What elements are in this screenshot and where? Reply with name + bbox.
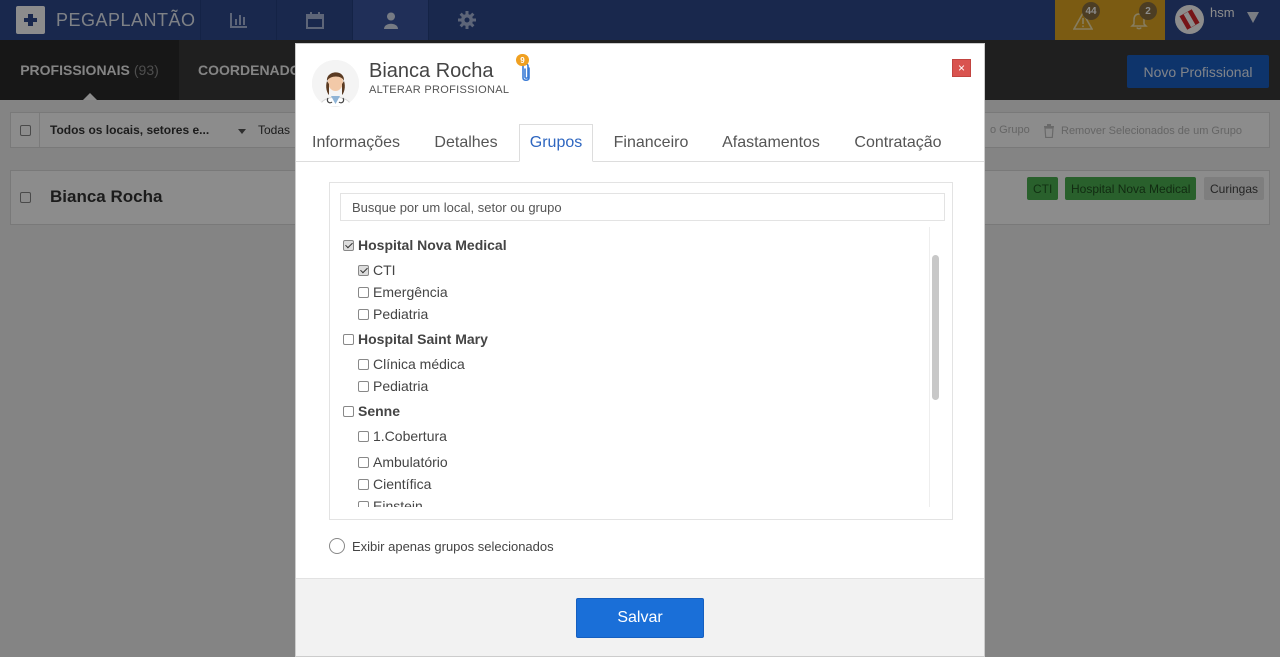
- tab-afastamentos[interactable]: Afastamentos: [714, 124, 828, 162]
- modal-footer: Salvar: [296, 578, 984, 656]
- list-item[interactable]: Emergência: [358, 283, 448, 301]
- list-item[interactable]: CTI: [358, 261, 396, 279]
- save-button[interactable]: Salvar: [576, 598, 704, 638]
- sector-checkbox[interactable]: [358, 380, 369, 392]
- tab-grupos[interactable]: Grupos: [519, 124, 593, 162]
- sector-checkbox[interactable]: [358, 478, 369, 490]
- sector-checkbox[interactable]: [358, 264, 369, 276]
- modal-tabs: Informações Detalhes Grupos Financeiro A…: [296, 124, 984, 162]
- list-item[interactable]: Ambulatório: [358, 453, 448, 471]
- sector-checkbox[interactable]: [358, 456, 369, 468]
- sector-checkbox[interactable]: [358, 430, 369, 442]
- group-label: Hospital Nova Medical: [358, 237, 507, 253]
- sector-label: Científica: [373, 476, 432, 492]
- sector-label: 1.Cobertura: [373, 428, 447, 444]
- list-item[interactable]: Einstein: [358, 497, 423, 507]
- sector-checkbox[interactable]: [358, 308, 369, 320]
- sector-label: Emergência: [373, 284, 448, 300]
- group-checkbox[interactable]: [343, 333, 354, 345]
- group-label: Hospital Saint Mary: [358, 331, 488, 347]
- sector-label: Ambulatório: [373, 454, 448, 470]
- close-button[interactable]: ×: [952, 59, 971, 77]
- only-selected-radio[interactable]: [329, 538, 345, 554]
- tab-contratacao[interactable]: Contratação: [848, 124, 948, 162]
- list-item[interactable]: Científica: [358, 475, 431, 493]
- attachments-button[interactable]: 9: [516, 54, 536, 84]
- sector-label: Pediatria: [373, 378, 429, 394]
- list-item[interactable]: Pediatria: [358, 305, 428, 323]
- attachments-count: 9: [516, 54, 529, 66]
- sector-label: Einstein: [373, 498, 423, 507]
- tab-financeiro[interactable]: Financeiro: [608, 124, 694, 162]
- list-item[interactable]: Hospital Nova Medical: [343, 236, 507, 254]
- list-item[interactable]: Clínica médica: [358, 355, 465, 373]
- profile-avatar: [312, 60, 359, 107]
- sector-label: Pediatria: [373, 306, 429, 322]
- list-item[interactable]: Senne: [343, 402, 400, 420]
- sector-label: CTI: [373, 262, 396, 278]
- groups-panel: Hospital Nova Medical CTI Emergência Ped…: [329, 182, 953, 520]
- tab-informacoes[interactable]: Informações: [312, 124, 402, 162]
- group-checkbox[interactable]: [343, 239, 354, 251]
- sector-checkbox[interactable]: [358, 500, 369, 507]
- list-item[interactable]: 1.Cobertura: [358, 427, 447, 445]
- sector-checkbox[interactable]: [358, 286, 369, 298]
- only-selected-toggle[interactable]: Exibir apenas grupos selecionados: [329, 538, 554, 554]
- edit-professional-modal: Bianca Rocha ALTERAR PROFISSIONAL 9 × In…: [295, 43, 985, 657]
- modal-title: Bianca Rocha: [369, 60, 494, 82]
- group-checkbox[interactable]: [343, 405, 354, 417]
- scrollbar[interactable]: [929, 227, 941, 507]
- list-item[interactable]: Pediatria: [358, 377, 428, 395]
- scrollbar-thumb[interactable]: [932, 255, 939, 400]
- tab-detalhes[interactable]: Detalhes: [426, 124, 506, 162]
- sector-checkbox[interactable]: [358, 358, 369, 370]
- group-label: Senne: [358, 403, 401, 419]
- doctor-avatar-icon: [312, 60, 359, 107]
- group-tree: Hospital Nova Medical CTI Emergência Ped…: [340, 229, 930, 507]
- list-item[interactable]: Hospital Saint Mary: [343, 330, 488, 348]
- sector-label: Clínica médica: [373, 356, 465, 372]
- modal-subtitle: ALTERAR PROFISSIONAL: [369, 84, 510, 96]
- group-search-input[interactable]: [340, 193, 945, 221]
- only-selected-label: Exibir apenas grupos selecionados: [352, 538, 554, 554]
